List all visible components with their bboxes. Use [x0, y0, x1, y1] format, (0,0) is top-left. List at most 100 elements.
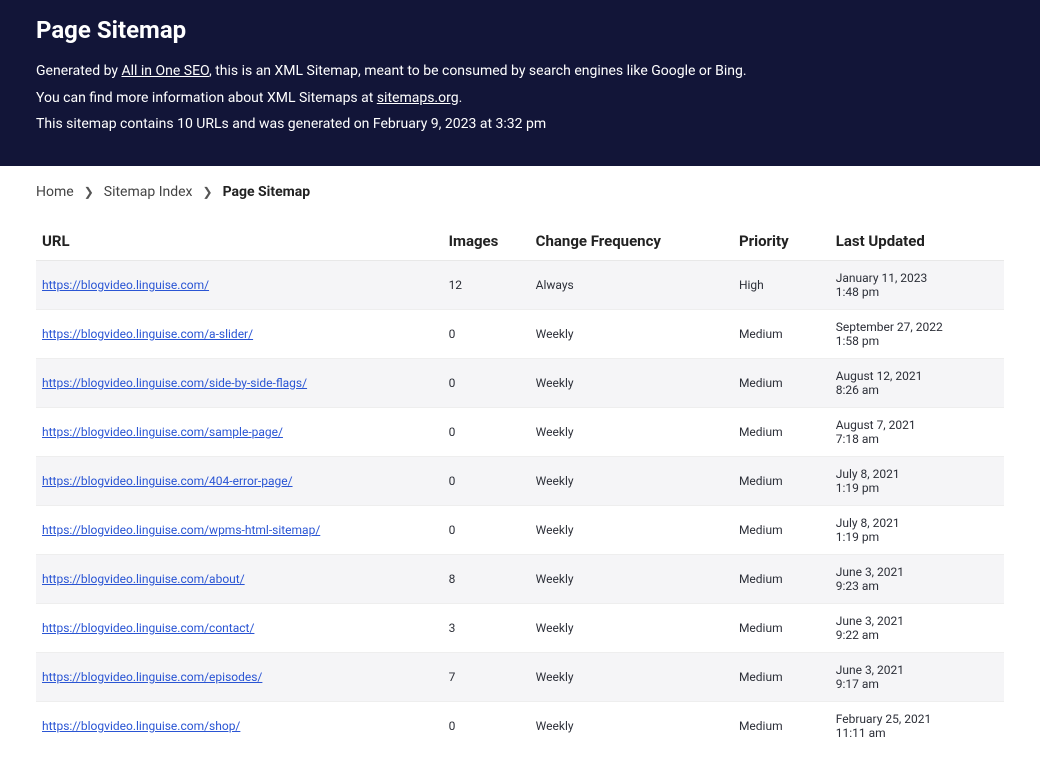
cell-images: 0: [443, 309, 530, 358]
cell-priority: Medium: [733, 505, 830, 554]
cell-updated: August 7, 20217:18 am: [830, 407, 1004, 456]
cell-priority: Medium: [733, 456, 830, 505]
cell-url: https://blogvideo.linguise.com/sample-pa…: [36, 407, 443, 456]
updated-date: August 7, 2021: [836, 418, 998, 432]
header-line-2: You can find more information about XML …: [36, 85, 1004, 112]
table-row: https://blogvideo.linguise.com/side-by-s…: [36, 358, 1004, 407]
updated-time: 1:58 pm: [836, 334, 998, 348]
updated-time: 9:17 am: [836, 677, 998, 691]
cell-updated: June 3, 20219:23 am: [830, 554, 1004, 603]
updated-date: June 3, 2021: [836, 663, 998, 677]
updated-time: 7:18 am: [836, 432, 998, 446]
updated-time: 8:26 am: [836, 383, 998, 397]
header-line-3: This sitemap contains 10 URLs and was ge…: [36, 111, 1004, 138]
table-row: https://blogvideo.linguise.com/episodes/…: [36, 652, 1004, 701]
sitemap-url-link[interactable]: https://blogvideo.linguise.com/404-error…: [42, 474, 293, 488]
cell-frequency: Weekly: [530, 407, 733, 456]
cell-priority: Medium: [733, 652, 830, 701]
header-line-2-prefix: You can find more information about XML …: [36, 90, 377, 106]
table-row: https://blogvideo.linguise.com/wpms-html…: [36, 505, 1004, 554]
updated-date: July 8, 2021: [836, 467, 998, 481]
cell-url: https://blogvideo.linguise.com/a-slider/: [36, 309, 443, 358]
table-row: https://blogvideo.linguise.com/shop/0Wee…: [36, 701, 1004, 750]
cell-priority: Medium: [733, 358, 830, 407]
cell-images: 0: [443, 358, 530, 407]
cell-url: https://blogvideo.linguise.com/shop/: [36, 701, 443, 750]
col-header-priority: Priority: [733, 222, 830, 261]
cell-updated: June 3, 20219:22 am: [830, 603, 1004, 652]
col-header-updated: Last Updated: [830, 222, 1004, 261]
cell-images: 12: [443, 260, 530, 309]
table-row: https://blogvideo.linguise.com/12AlwaysH…: [36, 260, 1004, 309]
sitemap-url-link[interactable]: https://blogvideo.linguise.com/episodes/: [42, 670, 262, 684]
cell-updated: July 8, 20211:19 pm: [830, 456, 1004, 505]
cell-url: https://blogvideo.linguise.com/404-error…: [36, 456, 443, 505]
sitemap-url-link[interactable]: https://blogvideo.linguise.com/about/: [42, 572, 245, 586]
updated-date: September 27, 2022: [836, 320, 998, 334]
cell-images: 0: [443, 407, 530, 456]
cell-priority: High: [733, 260, 830, 309]
cell-url: https://blogvideo.linguise.com/: [36, 260, 443, 309]
updated-date: August 12, 2021: [836, 369, 998, 383]
updated-date: February 25, 2021: [836, 712, 998, 726]
updated-time: 9:22 am: [836, 628, 998, 642]
all-in-one-seo-link[interactable]: All in One SEO: [121, 63, 209, 79]
cell-updated: January 11, 20231:48 pm: [830, 260, 1004, 309]
table-header-row: URL Images Change Frequency Priority Las…: [36, 222, 1004, 261]
updated-time: 1:19 pm: [836, 481, 998, 495]
sitemap-table: URL Images Change Frequency Priority Las…: [36, 222, 1004, 750]
sitemap-url-link[interactable]: https://blogvideo.linguise.com/: [42, 278, 209, 292]
sitemap-url-link[interactable]: https://blogvideo.linguise.com/a-slider/: [42, 327, 253, 341]
header-line-2-suffix: .: [459, 90, 463, 106]
cell-images: 8: [443, 554, 530, 603]
col-header-url: URL: [36, 222, 443, 261]
header-line-1-suffix: , this is an XML Sitemap, meant to be co…: [209, 63, 747, 79]
cell-images: 0: [443, 701, 530, 750]
table-row: https://blogvideo.linguise.com/404-error…: [36, 456, 1004, 505]
col-header-images: Images: [443, 222, 530, 261]
table-row: https://blogvideo.linguise.com/contact/3…: [36, 603, 1004, 652]
cell-frequency: Weekly: [530, 701, 733, 750]
cell-priority: Medium: [733, 701, 830, 750]
header-line-1-prefix: Generated by: [36, 63, 121, 79]
updated-date: June 3, 2021: [836, 565, 998, 579]
cell-frequency: Weekly: [530, 358, 733, 407]
sitemap-url-link[interactable]: https://blogvideo.linguise.com/sample-pa…: [42, 425, 283, 439]
sitemaps-org-link[interactable]: sitemaps.org: [377, 90, 459, 106]
updated-time: 11:11 am: [836, 726, 998, 740]
table-row: https://blogvideo.linguise.com/about/8We…: [36, 554, 1004, 603]
cell-priority: Medium: [733, 407, 830, 456]
table-row: https://blogvideo.linguise.com/sample-pa…: [36, 407, 1004, 456]
cell-frequency: Weekly: [530, 309, 733, 358]
cell-images: 0: [443, 505, 530, 554]
breadcrumb-sitemap-index[interactable]: Sitemap Index: [104, 184, 193, 200]
cell-updated: September 27, 20221:58 pm: [830, 309, 1004, 358]
cell-priority: Medium: [733, 554, 830, 603]
sitemap-url-link[interactable]: https://blogvideo.linguise.com/side-by-s…: [42, 376, 307, 390]
breadcrumb-home[interactable]: Home: [36, 184, 74, 200]
sitemap-url-link[interactable]: https://blogvideo.linguise.com/shop/: [42, 719, 240, 733]
cell-updated: August 12, 20218:26 am: [830, 358, 1004, 407]
updated-time: 9:23 am: [836, 579, 998, 593]
page-title: Page Sitemap: [36, 16, 1004, 44]
updated-date: January 11, 2023: [836, 271, 998, 285]
cell-frequency: Weekly: [530, 505, 733, 554]
updated-time: 1:48 pm: [836, 285, 998, 299]
cell-frequency: Weekly: [530, 456, 733, 505]
cell-priority: Medium: [733, 309, 830, 358]
cell-frequency: Always: [530, 260, 733, 309]
sitemap-url-link[interactable]: https://blogvideo.linguise.com/wpms-html…: [42, 523, 320, 537]
cell-images: 0: [443, 456, 530, 505]
chevron-right-icon: ❯: [203, 185, 213, 199]
header-line-1: Generated by All in One SEO, this is an …: [36, 58, 1004, 85]
sitemap-url-link[interactable]: https://blogvideo.linguise.com/contact/: [42, 621, 254, 635]
breadcrumb: Home ❯ Sitemap Index ❯ Page Sitemap: [36, 184, 1004, 200]
cell-images: 3: [443, 603, 530, 652]
page-content: Home ❯ Sitemap Index ❯ Page Sitemap URL …: [0, 166, 1040, 774]
cell-frequency: Weekly: [530, 554, 733, 603]
cell-priority: Medium: [733, 603, 830, 652]
updated-time: 1:19 pm: [836, 530, 998, 544]
cell-frequency: Weekly: [530, 603, 733, 652]
col-header-freq: Change Frequency: [530, 222, 733, 261]
cell-updated: June 3, 20219:17 am: [830, 652, 1004, 701]
